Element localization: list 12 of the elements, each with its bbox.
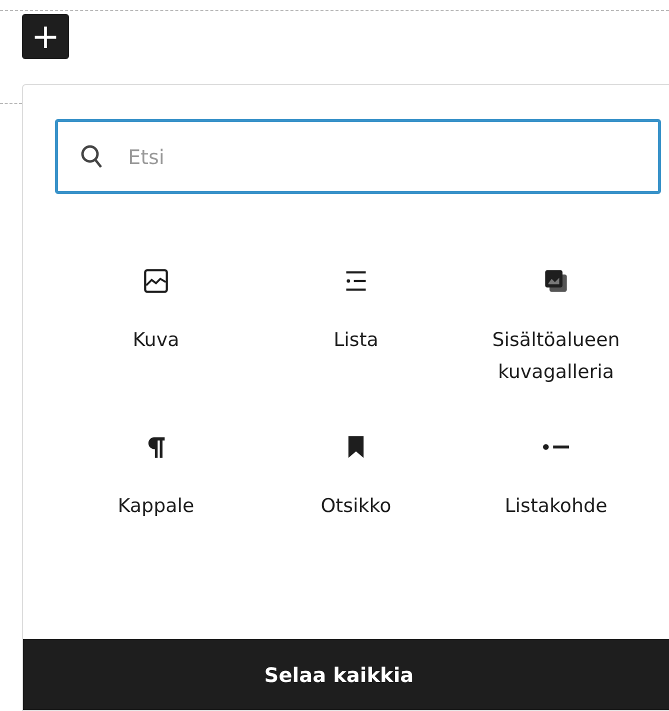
gallery-icon: [543, 268, 569, 294]
search-field[interactable]: Etsi: [55, 119, 661, 194]
block-item[interactable]: Sisältöalueen kuvagalleria: [456, 260, 656, 396]
block-item[interactable]: Kappale: [56, 426, 256, 530]
list-item-icon: [543, 444, 569, 450]
block-item[interactable]: Kuva: [56, 260, 256, 396]
browse-all-button[interactable]: Selaa kaikkia: [23, 639, 669, 710]
block-item[interactable]: Listakohde: [456, 426, 656, 530]
block-item[interactable]: Lista: [256, 260, 456, 396]
add-block-button[interactable]: +: [22, 14, 69, 59]
image-icon: [143, 268, 169, 294]
block-item[interactable]: Otsikko: [256, 426, 456, 530]
